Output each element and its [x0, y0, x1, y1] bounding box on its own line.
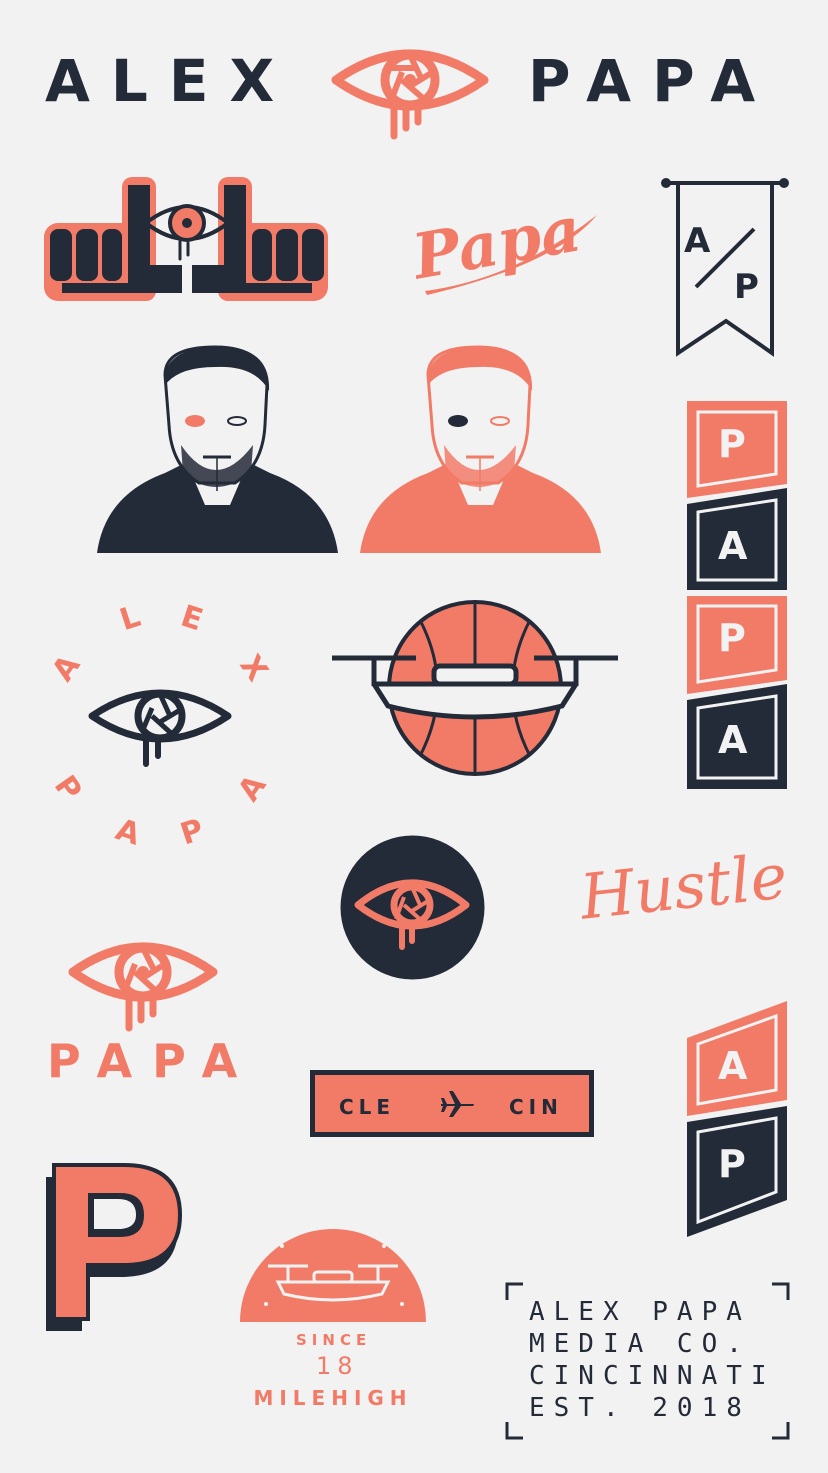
info-line-1: ALEX PAPA: [529, 1297, 751, 1327]
pennant-bottom-letter: P: [734, 267, 759, 307]
script-papa-logo: Papa: [405, 185, 605, 300]
airplane-icon: [439, 1089, 475, 1119]
navy-circle-eye-badge: [340, 835, 485, 980]
badge-bottom-letter-p2: P: [176, 812, 208, 852]
ap-banner-letter-p: P: [718, 1142, 746, 1186]
papa-logo-word: PAPA: [47, 1034, 258, 1088]
drone-basketball-logo: [330, 600, 620, 776]
badge-top-letter-l: L: [116, 599, 145, 638]
milehigh-year: 18: [316, 1352, 359, 1380]
p-monogram: P: [44, 1163, 183, 1333]
stacked-papa-banner: P A P A: [686, 400, 788, 790]
flight-from: CLE: [339, 1095, 396, 1119]
banner-letter-2: A: [718, 524, 748, 568]
milehigh-badge: SINCE 18 MILEHIGH: [238, 1228, 428, 1428]
milehigh-since: SINCE: [296, 1331, 372, 1349]
flight-badge: CLE CIN: [310, 1070, 594, 1137]
ap-stacked-banner: A P: [686, 1000, 788, 1238]
badge-top-letter-a: A: [45, 648, 87, 688]
banner-letter-1: P: [718, 422, 746, 466]
ap-banner-letter-a: A: [718, 1044, 748, 1088]
badge-top-letter-x: X: [233, 649, 275, 688]
header-left-word: ALEX: [45, 47, 296, 115]
info-line-2: MEDIA CO.: [529, 1329, 751, 1359]
portrait-navy: [95, 345, 340, 555]
info-block-frame: ALEX PAPA MEDIA CO. CINCINNATI EST. 2018: [505, 1282, 790, 1440]
ap-pennant: A P: [661, 175, 790, 360]
header-right-word: PAPA: [528, 47, 777, 115]
banner-letter-4: A: [718, 718, 748, 762]
portrait-coral: [358, 345, 603, 555]
badge-bottom-letter-a2: A: [231, 768, 273, 808]
hands-eye-logo: [42, 175, 332, 305]
flight-to: CIN: [509, 1095, 563, 1119]
eye-shutter-icon: [330, 38, 490, 140]
pennant-top-letter: A: [684, 221, 711, 261]
circular-alex-papa-badge: A L E X P A P A: [40, 598, 280, 858]
milehigh-arc-text: MILEHIGH: [253, 1386, 413, 1410]
hustle-script: Hustle: [576, 839, 791, 934]
badge-bottom-letter-p1: P: [47, 769, 88, 807]
badge-bottom-letter-a1: A: [111, 812, 145, 853]
banner-letter-3: P: [718, 616, 746, 660]
papa-eye-logo: PAPA: [45, 930, 255, 1090]
info-line-3: CINCINNATI: [529, 1361, 776, 1391]
badge-top-letter-e: E: [177, 599, 207, 639]
info-line-4: EST. 2018: [529, 1393, 751, 1423]
